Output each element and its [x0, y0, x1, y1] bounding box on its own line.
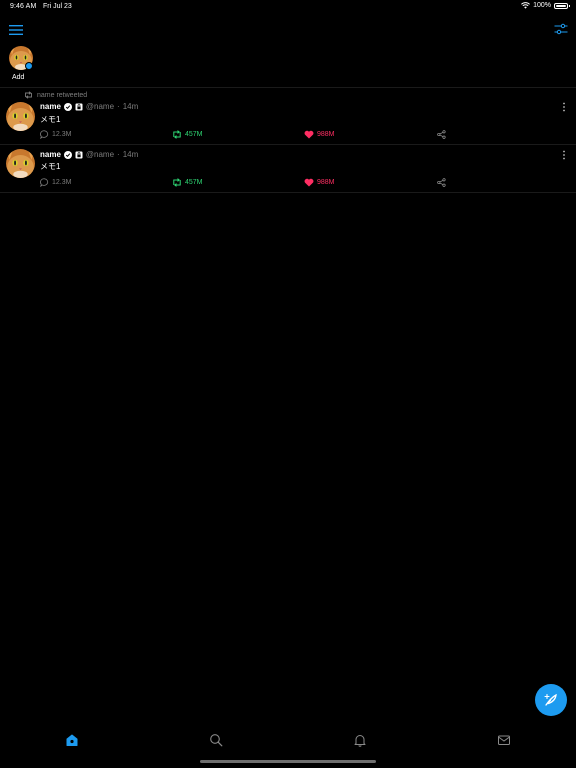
tweet-actions: 12.3M 457M 988M	[0, 178, 576, 188]
tweet-text: メモ1	[40, 162, 61, 171]
home-icon[interactable]	[65, 733, 79, 747]
tweet-text: メモ1	[40, 115, 61, 124]
reply-button[interactable]: 12.3M	[40, 178, 71, 187]
tweet-author-name[interactable]: name	[40, 102, 61, 111]
tweet-item[interactable]: name retweeted name @name · 14m メモ1 12.3…	[0, 88, 576, 144]
battery-icon	[554, 2, 570, 9]
tweet-time: 14m	[122, 150, 139, 159]
tweet-avatar[interactable]	[6, 102, 35, 131]
verified-badge-icon	[63, 102, 72, 111]
compose-feather-icon	[544, 693, 557, 706]
status-time: 9:46 AM	[10, 3, 37, 10]
app-screen: 9:46 AM Fri Jul 23 100% Add name retweet…	[0, 0, 576, 768]
tweet-author-handle: @name	[85, 150, 115, 159]
lock-icon	[75, 151, 83, 158]
heart-icon	[304, 178, 314, 187]
tweet-separator: ·	[117, 102, 120, 111]
tweet-header: name @name · 14m	[40, 150, 138, 159]
retweeted-by-text: name retweeted	[37, 91, 88, 99]
mail-icon[interactable]	[497, 733, 511, 747]
wifi-icon	[521, 2, 531, 9]
share-button[interactable]	[437, 178, 446, 187]
retweet-icon	[173, 130, 181, 139]
bell-icon[interactable]	[353, 733, 367, 747]
reply-count: 12.3M	[52, 131, 72, 138]
tweet-actions: 12.3M 457M 988M	[0, 130, 576, 140]
retweeted-by-line: name retweeted	[24, 91, 87, 99]
cat-avatar-image	[6, 102, 35, 131]
status-indicators: 100%	[521, 2, 570, 9]
share-button[interactable]	[437, 130, 446, 139]
like-button[interactable]: 988M	[304, 178, 335, 187]
retweet-icon	[173, 178, 181, 187]
like-count: 988M	[317, 131, 335, 138]
more-options-icon[interactable]	[562, 150, 566, 160]
status-date: Fri Jul 23	[43, 3, 72, 10]
tweet-item[interactable]: name @name · 14m メモ1 12.3M 457M 988M	[0, 145, 576, 192]
retweet-button[interactable]: 457M	[172, 130, 203, 139]
tweet-header: name @name · 14m	[40, 102, 138, 111]
search-icon[interactable]	[209, 733, 223, 747]
reply-count: 12.3M	[52, 179, 72, 186]
divider	[0, 192, 576, 193]
share-icon	[437, 178, 446, 187]
compose-button[interactable]	[535, 684, 567, 716]
retweet-button[interactable]: 457M	[172, 178, 203, 187]
tweet-time: 14m	[122, 102, 139, 111]
cat-avatar-image	[6, 149, 35, 178]
tweet-author-handle: @name	[85, 102, 115, 111]
retweet-count: 457M	[185, 131, 203, 138]
add-account-label[interactable]: Add	[12, 74, 24, 81]
hamburger-menu-icon[interactable]	[9, 24, 23, 36]
more-options-icon[interactable]	[562, 102, 566, 112]
sliders-icon[interactable]	[554, 22, 568, 36]
account-avatar-button[interactable]	[8, 46, 34, 70]
battery-level	[556, 4, 566, 7]
tweet-separator: ·	[117, 150, 120, 159]
like-count: 988M	[317, 179, 335, 186]
share-icon	[437, 130, 446, 139]
home-indicator	[200, 760, 376, 763]
reply-icon	[40, 130, 49, 139]
add-account-badge-icon	[25, 62, 33, 70]
battery-percent: 100%	[533, 2, 551, 9]
reply-button[interactable]: 12.3M	[40, 130, 71, 139]
reply-icon	[40, 178, 49, 187]
heart-icon	[304, 130, 314, 139]
tweet-avatar[interactable]	[6, 149, 35, 178]
like-button[interactable]: 988M	[304, 130, 335, 139]
lock-icon	[75, 103, 83, 110]
retweet-small-icon	[25, 91, 32, 99]
verified-badge-icon	[63, 150, 72, 159]
retweet-count: 457M	[185, 179, 203, 186]
tweet-author-name[interactable]: name	[40, 150, 61, 159]
status-bar: 9:46 AM Fri Jul 23 100%	[0, 0, 576, 16]
